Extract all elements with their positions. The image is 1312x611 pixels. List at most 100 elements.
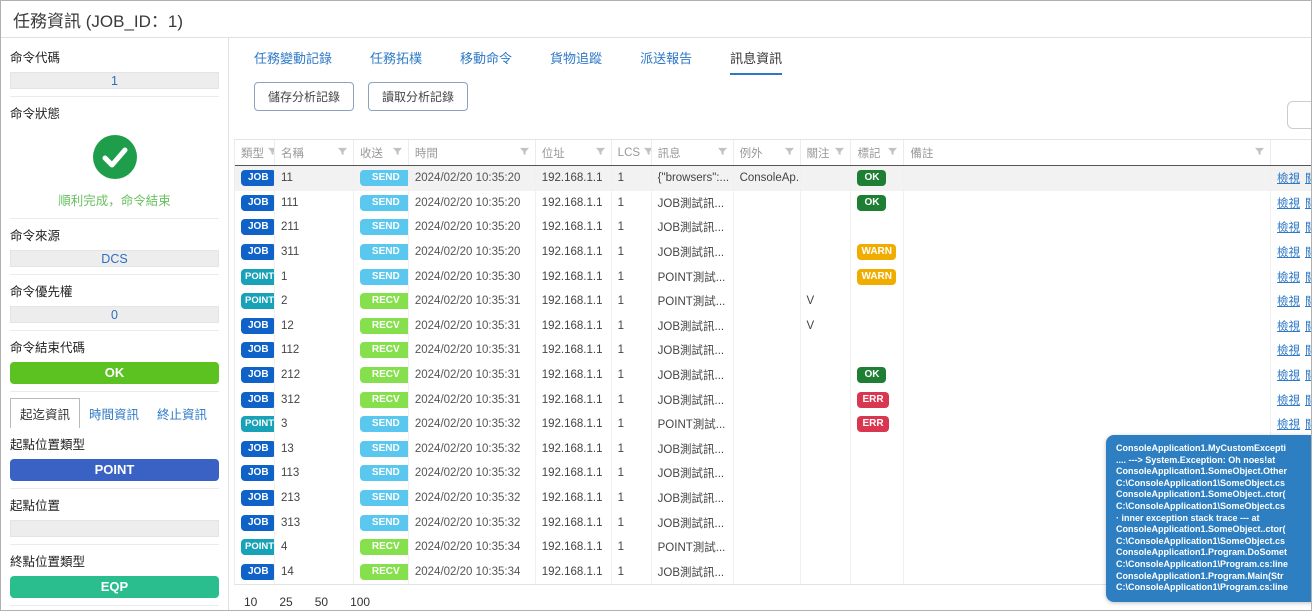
- type-badge: POINT: [241, 416, 275, 432]
- cell-watch: [801, 486, 852, 511]
- cell-actions: 檢視關注: [1271, 240, 1311, 265]
- main-tab-3[interactable]: 移動命令: [460, 48, 512, 75]
- cell-actions: 檢視關注: [1271, 314, 1311, 339]
- cell-type: POINT: [235, 412, 275, 437]
- stacktrace-line: ConsoleApplication1.Program.DoSomet: [1116, 547, 1312, 559]
- filter-funnel-icon[interactable]: [268, 147, 275, 159]
- view-link[interactable]: 檢視: [1277, 170, 1300, 186]
- main-tab-6[interactable]: 訊息資訊: [730, 48, 782, 75]
- watch-link[interactable]: 關注: [1305, 318, 1311, 334]
- cell-type: JOB: [235, 437, 275, 462]
- filter-funnel-icon[interactable]: [718, 147, 727, 159]
- direction-badge: RECV: [360, 367, 409, 383]
- main-tab-2[interactable]: 任務拓樸: [370, 48, 422, 75]
- cell-type: POINT: [235, 264, 275, 289]
- cell-lcs: 1: [612, 314, 652, 339]
- page-size-option-10[interactable]: 10: [244, 595, 257, 609]
- view-link[interactable]: 檢視: [1277, 293, 1300, 309]
- view-link[interactable]: 檢視: [1277, 318, 1300, 334]
- cell-time: 2024/02/20 10:35:20: [409, 240, 536, 265]
- main-tab-5[interactable]: 派送報告: [640, 48, 692, 75]
- cell-watch: [801, 191, 852, 216]
- watch-link[interactable]: 關注: [1305, 367, 1311, 383]
- filter-funnel-icon[interactable]: [338, 147, 347, 159]
- main-tab-1[interactable]: 任務變動記錄: [254, 48, 332, 75]
- table-row[interactable]: JOB11SEND2024/02/20 10:35:20192.168.1.11…: [235, 166, 1311, 191]
- view-link[interactable]: 檢視: [1277, 244, 1300, 260]
- cell-mark: [851, 215, 904, 240]
- page-size-option-25[interactable]: 25: [279, 595, 292, 609]
- filter-funnel-icon[interactable]: [393, 147, 402, 159]
- watch-link[interactable]: 關注: [1305, 293, 1311, 309]
- type-badge: JOB: [241, 367, 275, 383]
- cell-actions: 檢視關注: [1271, 264, 1311, 289]
- filter-funnel-icon[interactable]: [785, 147, 794, 159]
- cell-message: POINT測試...: [652, 264, 734, 289]
- view-link[interactable]: 檢視: [1277, 416, 1300, 432]
- end-type-badge[interactable]: EQP: [10, 576, 219, 598]
- sidebar-tab-time-info[interactable]: 時間資訊: [80, 399, 148, 428]
- cell-address: 192.168.1.1: [536, 363, 612, 388]
- field-start-type: 起點位置類型 POINT: [10, 434, 219, 489]
- filter-funnel-icon[interactable]: [596, 147, 605, 159]
- table-row[interactable]: POINT3SEND2024/02/20 10:35:32192.168.1.1…: [235, 412, 1311, 437]
- filter-funnel-icon[interactable]: [888, 147, 897, 159]
- table-row[interactable]: POINT2RECV2024/02/20 10:35:31192.168.1.1…: [235, 289, 1311, 314]
- table-row[interactable]: JOB311SEND2024/02/20 10:35:20192.168.1.1…: [235, 240, 1311, 265]
- view-link[interactable]: 檢視: [1277, 195, 1300, 211]
- table-row[interactable]: POINT1SEND2024/02/20 10:35:30192.168.1.1…: [235, 264, 1311, 289]
- table-row[interactable]: JOB211SEND2024/02/20 10:35:20192.168.1.1…: [235, 215, 1311, 240]
- cell-watch: [801, 363, 852, 388]
- cell-lcs: 1: [612, 338, 652, 363]
- watch-link[interactable]: 關注: [1305, 342, 1311, 358]
- filter-funnel-icon[interactable]: [1255, 147, 1264, 159]
- watch-link[interactable]: 關注: [1305, 170, 1311, 186]
- load-analysis-button[interactable]: 讀取分析記錄: [368, 82, 468, 111]
- cell-mark: WARN: [851, 264, 904, 289]
- cell-watch: [801, 412, 852, 437]
- cell-address: 192.168.1.1: [536, 486, 612, 511]
- sidebar-tab-terminate-info[interactable]: 終止資訊: [148, 399, 216, 428]
- cell-watch: [801, 166, 852, 191]
- filter-funnel-icon[interactable]: [520, 147, 529, 159]
- start-type-badge[interactable]: POINT: [10, 459, 219, 481]
- table-row[interactable]: JOB111SEND2024/02/20 10:35:20192.168.1.1…: [235, 191, 1311, 216]
- watch-link[interactable]: 關注: [1305, 219, 1311, 235]
- command-status-text: 順利完成，命令結束: [10, 190, 219, 209]
- main-tab-4[interactable]: 貨物追蹤: [550, 48, 602, 75]
- cell-direction: SEND: [354, 486, 409, 511]
- watch-link[interactable]: 關注: [1305, 416, 1311, 432]
- table-row[interactable]: JOB212RECV2024/02/20 10:35:31192.168.1.1…: [235, 363, 1311, 388]
- command-end-code-badge[interactable]: OK: [10, 362, 219, 384]
- sidebar-tab-route-info[interactable]: 起迄資訊: [10, 398, 80, 428]
- view-link[interactable]: 檢視: [1277, 392, 1300, 408]
- cell-address: 192.168.1.1: [536, 166, 612, 191]
- field-command-priority: 命令優先權 0: [10, 281, 219, 331]
- column-header-3: 收送: [354, 140, 409, 165]
- filter-funnel-icon[interactable]: [644, 147, 652, 159]
- type-badge: JOB: [241, 342, 275, 358]
- cell-lcs: 1: [612, 387, 652, 412]
- watch-link[interactable]: 關注: [1305, 195, 1311, 211]
- watch-link[interactable]: 關注: [1305, 392, 1311, 408]
- view-link[interactable]: 檢視: [1277, 219, 1300, 235]
- cell-direction: SEND: [354, 437, 409, 462]
- table-row[interactable]: JOB112RECV2024/02/20 10:35:31192.168.1.1…: [235, 338, 1311, 363]
- cell-message: JOB測試訊...: [652, 437, 734, 462]
- cell-type: JOB: [235, 166, 275, 191]
- cell-time: 2024/02/20 10:35:20: [409, 166, 536, 191]
- view-link[interactable]: 檢視: [1277, 367, 1300, 383]
- view-link[interactable]: 檢視: [1277, 342, 1300, 358]
- table-row[interactable]: JOB12RECV2024/02/20 10:35:31192.168.1.11…: [235, 314, 1311, 339]
- view-link[interactable]: 檢視: [1277, 269, 1300, 285]
- filter-funnel-icon[interactable]: [835, 147, 844, 159]
- column-label: 名稱: [281, 145, 304, 161]
- page-size-option-50[interactable]: 50: [315, 595, 328, 609]
- save-analysis-button[interactable]: 儲存分析記錄: [254, 82, 354, 111]
- cell-mark: OK: [851, 166, 904, 191]
- watch-link[interactable]: 關注: [1305, 244, 1311, 260]
- watch-link[interactable]: 關注: [1305, 269, 1311, 285]
- clipped-toolbar-button[interactable]: [1287, 101, 1312, 129]
- page-size-option-100[interactable]: 100: [350, 595, 370, 609]
- table-row[interactable]: JOB312RECV2024/02/20 10:35:31192.168.1.1…: [235, 387, 1311, 412]
